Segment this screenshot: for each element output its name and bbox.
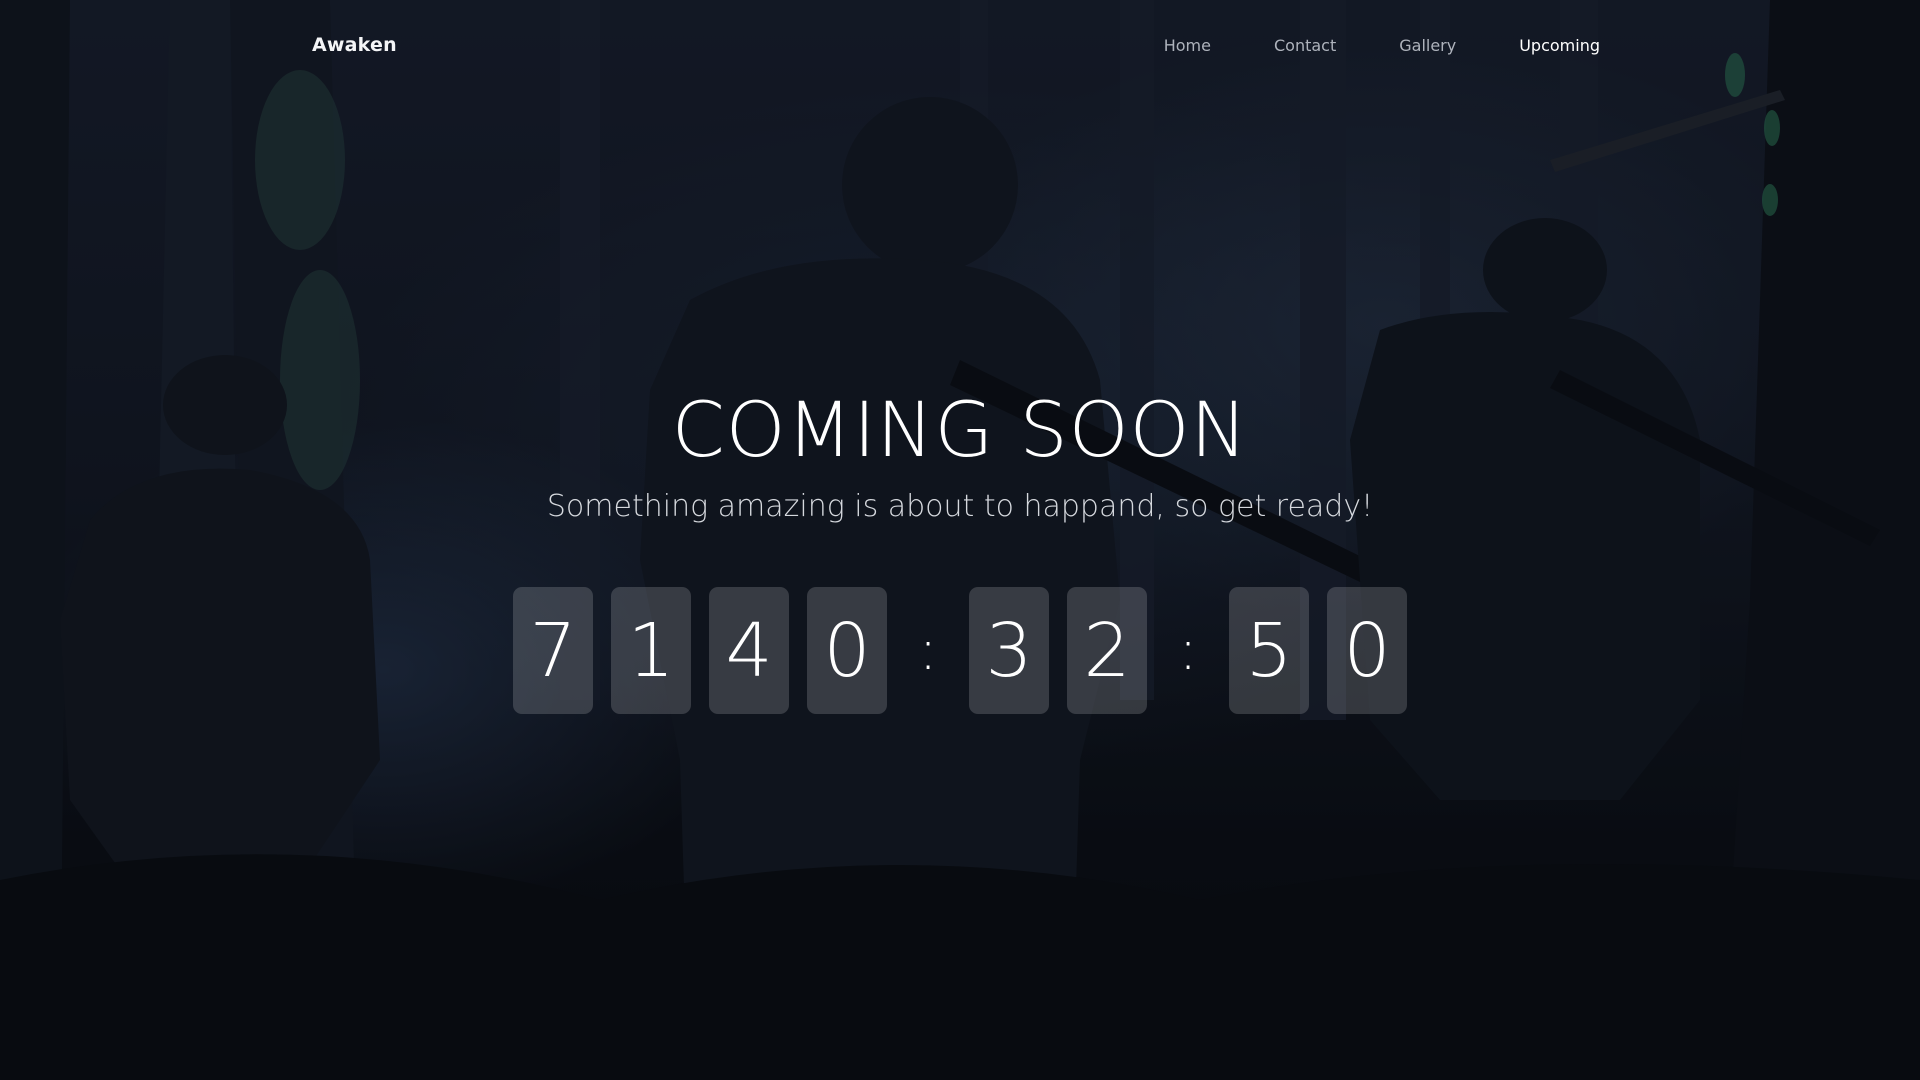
countdown-days-digit-4: 0 [807,587,887,714]
brand-logo[interactable]: Awaken [312,34,397,56]
top-navbar: Awaken Home Contact Gallery Upcoming [0,0,1920,96]
nav-link-upcoming[interactable]: Upcoming [1519,36,1600,55]
countdown-separator: : [1178,618,1198,683]
countdown-days-digit-3: 4 [709,587,789,714]
countdown-days-digit-2: 1 [611,587,691,714]
nav-link-contact[interactable]: Contact [1274,36,1336,55]
countdown-hours-digit-2: 2 [1067,587,1147,714]
nav-link-gallery[interactable]: Gallery [1399,36,1456,55]
page-subtitle: Something amazing is about to happand, s… [546,489,1374,524]
hero-background-image [0,0,1920,1080]
countdown-separator: : [918,618,938,683]
countdown-timer: 7 1 4 0 : 3 2 : 5 0 [0,587,1920,714]
page-title: COMING SOON [671,385,1249,474]
countdown-minutes-digit-1: 5 [1229,587,1309,714]
nav-links: Home Contact Gallery Upcoming [1101,36,1600,55]
countdown-days-digit-1: 7 [513,587,593,714]
countdown-hours-digit-1: 3 [969,587,1049,714]
countdown-minutes-digit-2: 0 [1327,587,1407,714]
hero-section: COMING SOON Something amazing is about t… [0,380,1920,526]
page: Awaken Home Contact Gallery Upcoming COM… [0,0,1920,1080]
nav-link-home[interactable]: Home [1164,36,1211,55]
